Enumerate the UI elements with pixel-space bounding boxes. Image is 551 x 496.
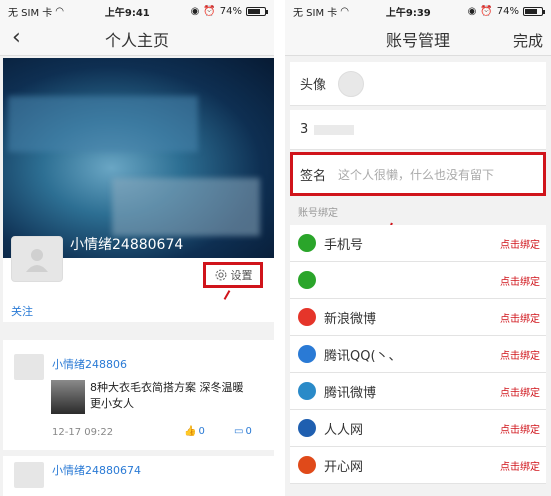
binding-row[interactable]: 腾讯QQ(丶、 点击绑定 <box>290 336 546 373</box>
kaixin-icon <box>298 456 316 474</box>
profile-screen: 无 SIM 卡 ◠ 上午9:41 ◉ ⏰ 74% ‹ 个人主页 小情绪24880674… <box>0 0 274 496</box>
avatar[interactable] <box>11 236 63 282</box>
user-avatar <box>14 462 44 488</box>
lock-rotation-icon: ◉ <box>467 5 477 17</box>
avatar-row[interactable]: 头像 <box>290 62 546 106</box>
feed-date: 12-17 09:22 <box>52 427 114 438</box>
status-time: 上午9:41 <box>104 7 150 19</box>
status-bar: 无 SIM 卡 ◠ 上午9:41 ◉ ⏰ 74% <box>0 0 274 22</box>
comment-count: 0 <box>245 426 252 437</box>
section-title: 账号绑定 <box>298 208 338 219</box>
settings-label: 设置 <box>230 269 253 282</box>
blurred-region <box>112 178 260 236</box>
bind-button[interactable]: 点击绑定 <box>500 347 540 362</box>
binding-row[interactable]: 手机号 点击绑定 <box>290 225 546 262</box>
page-title: 账号管理 <box>385 30 450 50</box>
battery-icon <box>522 6 545 16</box>
bind-button[interactable]: 点击绑定 <box>500 273 540 288</box>
binding-label: 手机号 <box>324 237 364 253</box>
article-title-line1[interactable]: 8种大衣毛衣简搭方案 深冬温暖 <box>90 380 244 396</box>
done-button[interactable]: 完成 <box>513 30 543 51</box>
bind-button[interactable]: 点击绑定 <box>500 421 540 436</box>
nickname-value[interactable]: 3 <box>300 122 308 137</box>
binding-label: 新浪微博 <box>324 311 377 327</box>
alarm-icon: ⏰ <box>480 5 493 17</box>
alarm-icon: ⏰ <box>203 5 216 17</box>
wifi-icon: ◠ <box>55 5 65 17</box>
like-button[interactable]: 👍 0 <box>184 426 205 437</box>
follow-link[interactable]: 关注 <box>11 303 33 319</box>
thumbs-up-icon: 👍 <box>184 426 197 437</box>
blurred-nickname <box>314 124 355 135</box>
binding-row[interactable]: 腾讯微博 点击绑定 <box>290 373 546 410</box>
binding-label: 腾讯微博 <box>324 385 377 401</box>
phone-icon <box>298 234 316 252</box>
tencent-weibo-icon <box>298 382 316 400</box>
wifi-icon: ◠ <box>340 5 350 17</box>
highlight-box <box>290 152 546 196</box>
user-avatar <box>14 354 44 380</box>
bind-button[interactable]: 点击绑定 <box>500 458 540 473</box>
binding-row[interactable]: 人人网 点击绑定 <box>290 410 546 447</box>
account-management-screen: 无 SIM 卡 ◠ 上午9:39 ◉ ⏰ 74% 账号管理 完成 头像 3 签名 这个… <box>285 0 551 496</box>
navigation-bar: ‹ 个人主页 <box>0 22 274 56</box>
binding-label: 腾讯QQ(丶、 <box>324 348 402 364</box>
binding-row[interactable]: 开心网 点击绑定 <box>290 447 546 484</box>
feed-username[interactable]: 小情绪248806 <box>52 356 127 372</box>
article-title-line2[interactable]: 更小女人 <box>90 396 134 412</box>
username: 小情绪24880674 <box>70 237 184 253</box>
blurred-region <box>8 96 198 152</box>
binding-row[interactable]: 新浪微博 点击绑定 <box>290 299 546 336</box>
status-bar: 无 SIM 卡 ◠ 上午9:39 ◉ ⏰ 74% <box>285 0 551 22</box>
renren-icon <box>298 419 316 437</box>
binding-label: 人人网 <box>324 422 364 438</box>
carrier-label: 无 SIM 卡 <box>8 7 53 19</box>
page-title: 个人主页 <box>104 30 169 50</box>
carrier-label: 无 SIM 卡 <box>293 7 338 19</box>
comment-icon: ▭ <box>234 426 244 437</box>
avatar-placeholder-icon <box>26 249 48 272</box>
avatar-label: 头像 <box>300 78 327 93</box>
back-icon[interactable]: ‹ <box>12 27 21 49</box>
feed-item[interactable]: 小情绪24880674 <box>3 456 274 496</box>
bind-button[interactable]: 点击绑定 <box>500 236 540 251</box>
status-time: 上午9:39 <box>385 7 431 19</box>
battery-percent: 74% <box>496 5 519 17</box>
screenshot-pair: 无 SIM 卡 ◠ 上午9:41 ◉ ⏰ 74% ‹ 个人主页 小情绪24880674… <box>0 0 551 496</box>
lock-rotation-icon: ◉ <box>190 5 200 17</box>
binding-row[interactable]: 点击绑定 <box>290 262 546 299</box>
nickname-row[interactable]: 3 <box>290 110 546 150</box>
green-icon <box>298 271 316 289</box>
bind-button[interactable]: 点击绑定 <box>500 384 540 399</box>
bind-button[interactable]: 点击绑定 <box>500 310 540 325</box>
feed-username[interactable]: 小情绪24880674 <box>52 462 141 478</box>
qq-icon <box>298 345 316 363</box>
feed-item[interactable]: 小情绪248806 8种大衣毛衣简搭方案 深冬温暖 更小女人 12-17 09:… <box>3 340 274 450</box>
gear-icon <box>215 269 226 281</box>
article-thumbnail <box>51 380 85 414</box>
binding-label: 开心网 <box>324 459 364 475</box>
like-count: 0 <box>198 426 205 437</box>
navigation-bar: 账号管理 完成 <box>285 22 551 56</box>
battery-percent: 74% <box>219 5 242 17</box>
battery-icon <box>245 6 268 16</box>
weibo-icon <box>298 308 316 326</box>
settings-button[interactable]: 设置 <box>203 262 263 288</box>
avatar[interactable] <box>338 70 365 97</box>
comment-button[interactable]: ▭ 0 <box>234 426 252 437</box>
